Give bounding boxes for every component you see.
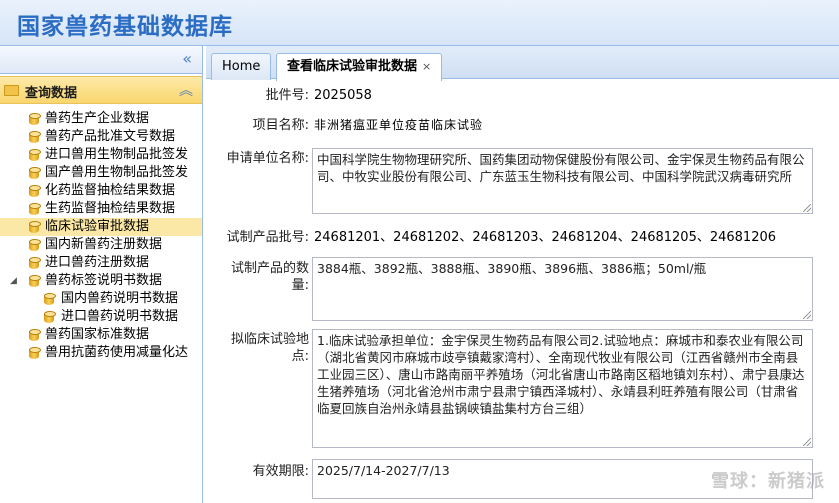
watermark: 雪球：新猪派 xyxy=(711,471,825,492)
sidebar-tree: 兽药生产企业数据 兽药产品批准文号数据 进口兽用生物制品批签发 国产兽用生物制品… xyxy=(0,110,202,362)
main-panel: Home 查看临床试验审批数据 × 批件号: 2025058 项目名称: 非洲猪瘟… xyxy=(206,46,839,503)
sidebar-item-import-labels[interactable]: 进口兽药说明书数据 xyxy=(0,308,202,326)
tab-home[interactable]: Home xyxy=(211,53,272,80)
sidebar-item-clinical-trial[interactable]: 临床试验审批数据 xyxy=(0,218,202,236)
close-icon[interactable]: × xyxy=(422,60,431,73)
database-icon xyxy=(29,275,41,287)
database-icon xyxy=(29,167,41,179)
database-icon xyxy=(29,203,41,215)
app-title: 国家兽药基础数据库 xyxy=(17,14,233,40)
database-icon xyxy=(29,329,41,341)
resize-grip-icon[interactable] xyxy=(803,311,811,319)
project-name-value: 非洲猪瘟亚单位疫苗临床试验 xyxy=(314,118,484,132)
database-icon xyxy=(29,185,41,197)
sidebar-item-chem-inspection[interactable]: 化药监督抽检结果数据 xyxy=(0,182,202,200)
database-icon xyxy=(29,347,41,359)
database-icon xyxy=(29,149,41,161)
resize-grip-icon[interactable] xyxy=(803,438,811,446)
sidebar-section-query[interactable]: 查询数据 ︽ xyxy=(0,76,202,104)
product-batch-label: 试制产品批号: xyxy=(226,230,309,245)
database-icon xyxy=(29,131,41,143)
sidebar-item-approval-numbers[interactable]: 兽药产品批准文号数据 xyxy=(0,128,202,146)
sidebar-item-bio-inspection[interactable]: 生药监督抽检结果数据 xyxy=(0,200,202,218)
batch-no-label: 批件号: xyxy=(265,88,309,103)
product-batch-value: 24681201、24681202、24681203、24681204、2468… xyxy=(314,230,777,245)
database-icon xyxy=(29,221,41,233)
validity-label: 有效期限: xyxy=(252,464,309,479)
database-icon xyxy=(44,293,56,305)
sidebar-item-domestic-labels[interactable]: 国内兽药说明书数据 xyxy=(0,290,202,308)
double-chevron-up-icon[interactable]: ︽ xyxy=(179,80,193,100)
applicant-textarea[interactable]: 中国科学院生物物理研究所、国药集团动物保健股份有限公司、金宇保灵生物药品有限公司… xyxy=(312,148,813,214)
sidebar-item-producers[interactable]: 兽药生产企业数据 xyxy=(0,110,202,128)
database-icon xyxy=(29,113,41,125)
detail-form: 批件号: 2025058 项目名称: 非洲猪瘟亚单位疫苗临床试验 申请单位名称:… xyxy=(206,80,839,503)
resize-grip-icon[interactable] xyxy=(803,204,811,212)
product-qty-label: 试制产品的数量: xyxy=(230,261,309,293)
database-icon xyxy=(44,311,56,323)
project-name-label: 项目名称: xyxy=(252,118,309,133)
folder-icon xyxy=(4,85,19,96)
sidebar-item-national-standards[interactable]: 兽药国家标准数据 xyxy=(0,326,202,344)
tab-clinical-trial-detail[interactable]: 查看临床试验审批数据 × xyxy=(276,53,443,81)
trial-site-textarea[interactable]: 1.临床试验承担单位：金宇保灵生物药品有限公司2.试验地点：麻城市和泰农业有限公… xyxy=(312,329,813,448)
applicant-label: 申请单位名称: xyxy=(226,151,309,166)
trial-site-label: 拟临床试验地点: xyxy=(230,332,309,364)
sidebar-item-labels[interactable]: ◢ 兽药标签说明书数据 xyxy=(0,272,202,290)
app-header: 国家兽药基础数据库 xyxy=(0,0,839,46)
sidebar-item-import-bio-batch[interactable]: 进口兽用生物制品批签发 xyxy=(0,146,202,164)
sidebar-section-label: 查询数据 xyxy=(25,86,78,101)
product-qty-textarea[interactable]: 3884瓶、3892瓶、3888瓶、3890瓶、3896瓶、3886瓶；50ml… xyxy=(312,257,813,321)
database-icon xyxy=(29,257,41,269)
sidebar: « 查询数据 ︽ 兽药生产企业数据 兽药产品批准文号数据 进口兽用生物制品批签发… xyxy=(0,46,203,503)
sidebar-collapse-bar[interactable]: « xyxy=(0,46,202,74)
expand-triangle-icon[interactable]: ◢ xyxy=(10,272,17,290)
double-chevron-left-icon[interactable]: « xyxy=(182,51,192,67)
sidebar-item-domestic-registration[interactable]: 国内新兽药注册数据 xyxy=(0,236,202,254)
tab-bar: Home 查看临床试验审批数据 × xyxy=(206,46,839,81)
sidebar-item-antibacterial-reduction[interactable]: 兽用抗菌药使用减量化达 xyxy=(0,344,202,362)
sidebar-item-import-registration[interactable]: 进口兽药注册数据 xyxy=(0,254,202,272)
sidebar-item-domestic-bio-batch[interactable]: 国产兽用生物制品批签发 xyxy=(0,164,202,182)
database-icon xyxy=(29,239,41,251)
batch-no-value: 2025058 xyxy=(314,88,372,103)
